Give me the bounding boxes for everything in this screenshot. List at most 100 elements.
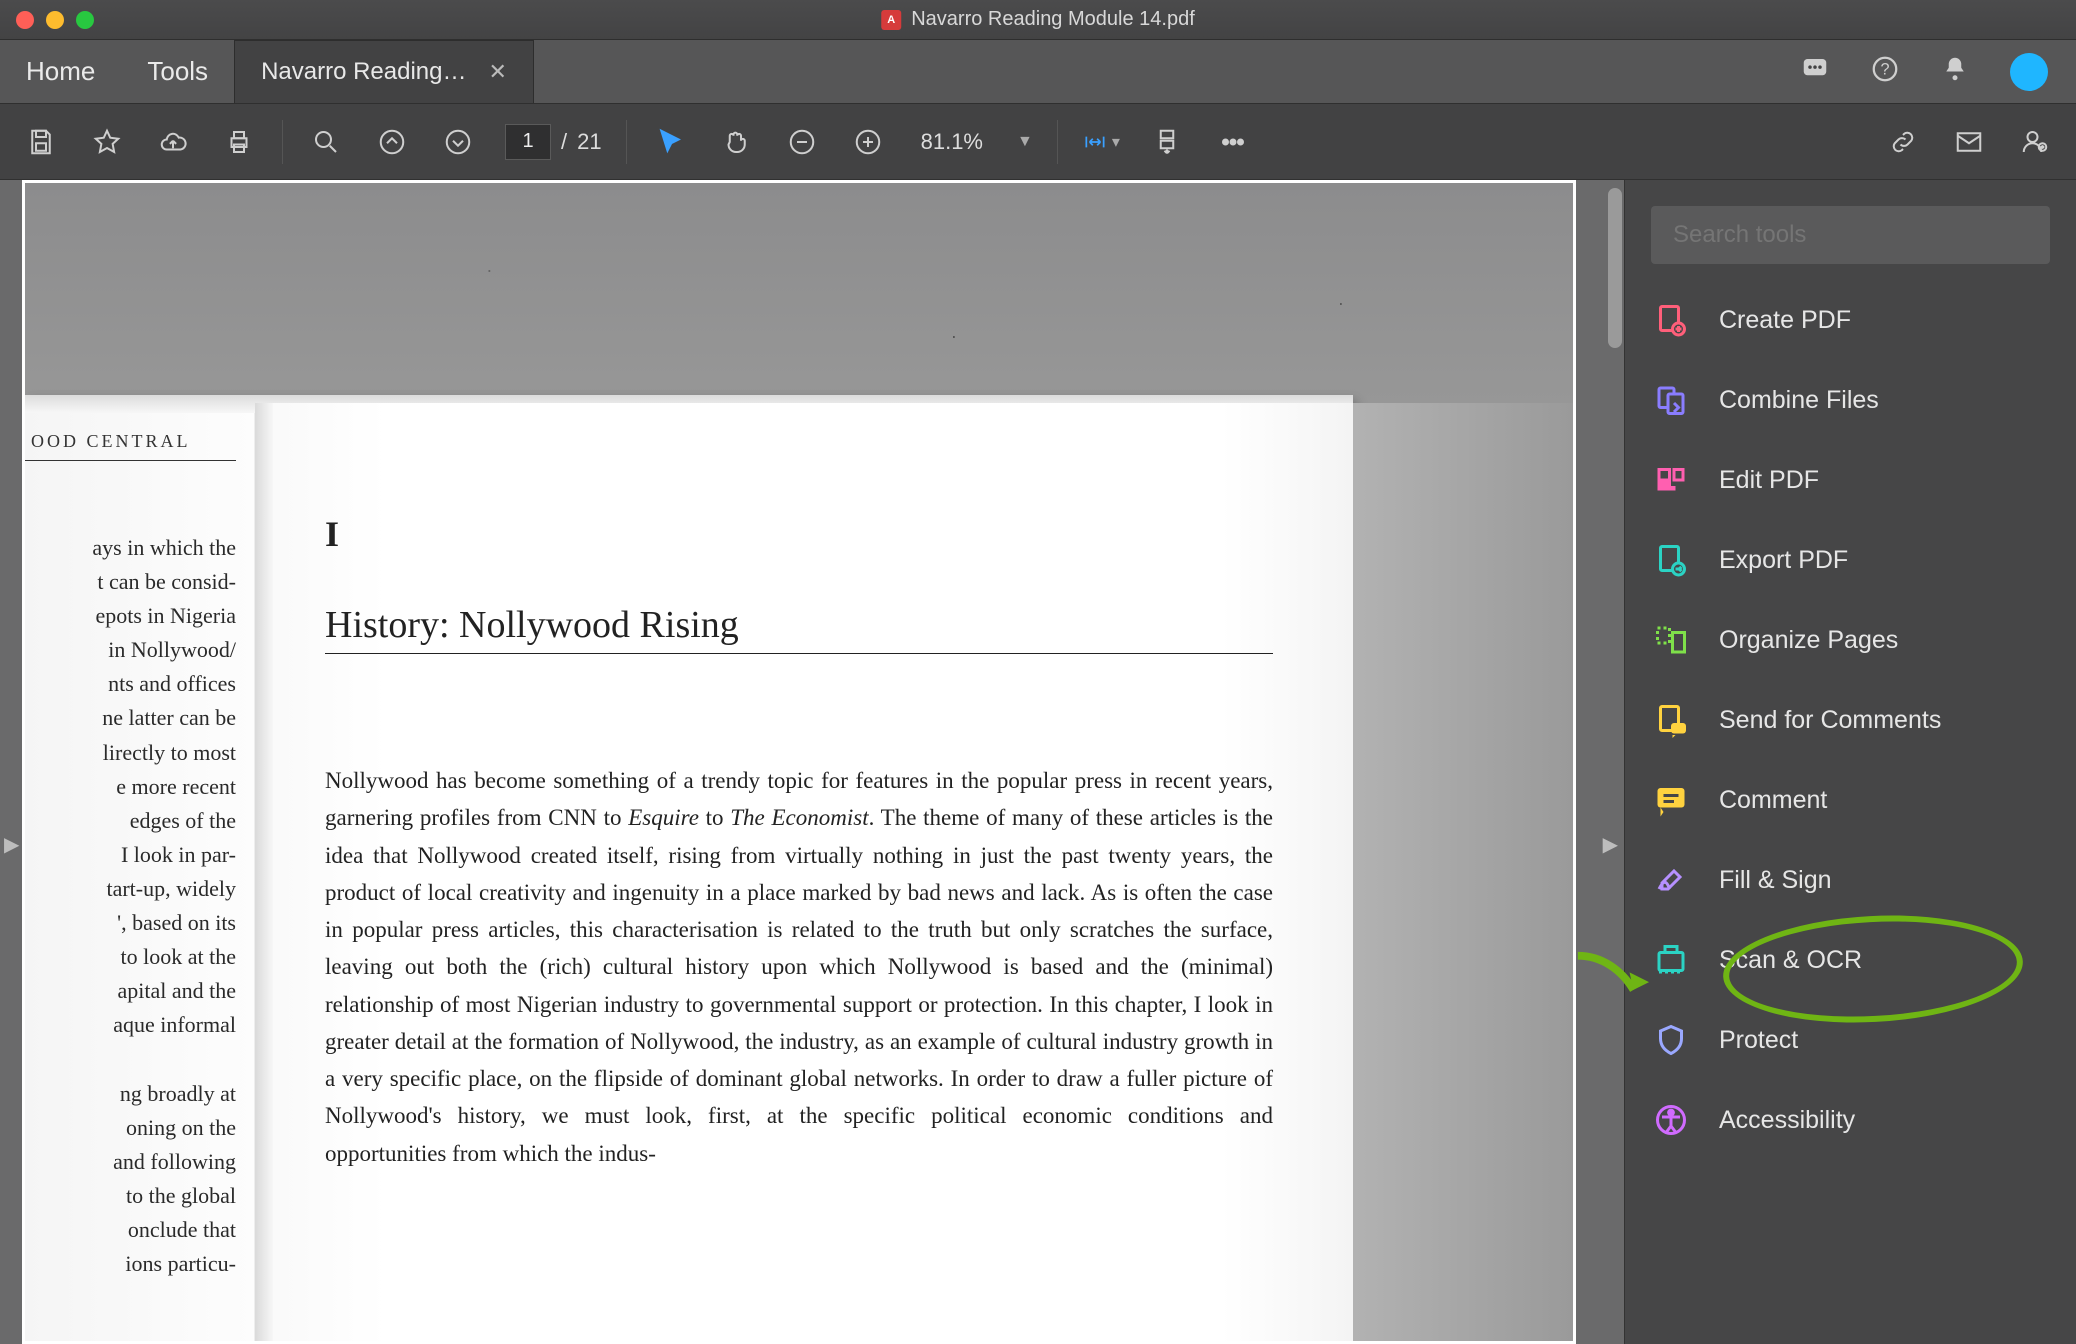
left-fragment-line: ', based on its	[25, 906, 236, 940]
help-icon[interactable]: ?	[1870, 54, 1900, 89]
comment-icon	[1651, 780, 1691, 820]
zoom-dropdown-icon[interactable]: ▼	[1017, 133, 1033, 151]
fit-width-icon[interactable]: ▾	[1082, 123, 1120, 161]
left-fragment-line: e more recent	[25, 770, 236, 804]
tool-item-accessibility[interactable]: Accessibility	[1651, 1100, 2050, 1140]
scan-ocr-icon	[1651, 940, 1691, 980]
tab-home[interactable]: Home	[0, 40, 121, 103]
left-fragment-line: aque informal	[25, 1008, 236, 1042]
page-indicator: / 21	[505, 124, 602, 160]
email-icon[interactable]	[1950, 123, 1988, 161]
tool-item-fill-sign[interactable]: Fill & Sign	[1651, 860, 2050, 900]
page-total: 21	[577, 129, 601, 155]
chapter-rule	[325, 653, 1273, 654]
zoom-in-icon[interactable]	[849, 123, 887, 161]
scroll-mode-icon[interactable]	[1148, 123, 1186, 161]
search-icon[interactable]	[307, 123, 345, 161]
left-fragment-line	[25, 1042, 236, 1076]
left-fragment-line: ne latter can be	[25, 701, 236, 735]
star-icon[interactable]	[88, 123, 126, 161]
left-fragment-line: nts and offices	[25, 667, 236, 701]
tool-item-label: Scan & OCR	[1719, 946, 1862, 975]
tool-item-protect[interactable]: Protect	[1651, 1020, 2050, 1060]
expand-right-pane-icon[interactable]: ▶	[1603, 832, 1618, 857]
share-link-icon[interactable]	[1884, 123, 1922, 161]
tools-panel: Create PDF Combine Files Edit PDF Export PD…	[1624, 180, 2076, 1344]
book-page-left: OOD CENTRAL ays in which thet can be con…	[25, 403, 255, 1341]
tool-item-organize-pages[interactable]: Organize Pages	[1651, 620, 2050, 660]
left-fragment-line: ions particu-	[25, 1247, 236, 1281]
chapter-title: History: Nollywood Rising	[325, 603, 1273, 647]
vertical-scrollbar[interactable]	[1608, 188, 1622, 348]
save-icon[interactable]	[22, 123, 60, 161]
tool-item-comment[interactable]: Comment	[1651, 780, 2050, 820]
window-title: A Navarro Reading Module 14.pdf	[881, 8, 1195, 31]
organize-pages-icon	[1651, 620, 1691, 660]
left-fragment-line: and following	[25, 1145, 236, 1179]
tool-item-label: Accessibility	[1719, 1106, 1855, 1135]
left-fragment-line: t can be consid-	[25, 565, 236, 599]
document-viewport[interactable]: ▶ ▶ OOD CENTRAL ays in which thet can be…	[0, 180, 1624, 1344]
main-area: ▶ ▶ OOD CENTRAL ays in which thet can be…	[0, 180, 2076, 1344]
zoom-window-button[interactable]	[76, 11, 94, 29]
hand-tool-icon[interactable]	[717, 123, 755, 161]
tool-item-label: Comment	[1719, 786, 1827, 815]
left-fragment-line: edges of the	[25, 804, 236, 838]
tool-item-edit-pdf[interactable]: Edit PDF	[1651, 460, 2050, 500]
send-for-comments-icon	[1651, 700, 1691, 740]
tool-item-label: Create PDF	[1719, 306, 1851, 335]
chapter-body-text: Nollywood has become something of a tren…	[325, 762, 1273, 1172]
close-tab-icon[interactable]: ✕	[489, 59, 507, 85]
left-fragment-line: onclude that	[25, 1213, 236, 1247]
scan-background	[25, 183, 1573, 403]
select-tool-icon[interactable]	[651, 123, 689, 161]
search-tools-input[interactable]	[1651, 206, 2050, 264]
window-titlebar: A Navarro Reading Module 14.pdf	[0, 0, 2076, 40]
tab-bar: Home Tools Navarro Reading… ✕ ?	[0, 40, 2076, 104]
tool-item-export-pdf[interactable]: Export PDF	[1651, 540, 2050, 580]
minimize-window-button[interactable]	[46, 11, 64, 29]
account-avatar[interactable]	[2010, 53, 2048, 91]
print-icon[interactable]	[220, 123, 258, 161]
cloud-upload-icon[interactable]	[154, 123, 192, 161]
tab-tools[interactable]: Tools	[121, 40, 234, 103]
left-fragment-line: in Nollywood/	[25, 633, 236, 667]
chat-icon[interactable]	[1800, 54, 1830, 89]
tool-item-send-for-comments[interactable]: Send for Comments	[1651, 700, 2050, 740]
more-tools-icon[interactable]	[1214, 123, 1252, 161]
tool-item-label: Organize Pages	[1719, 626, 1898, 655]
left-fragment-line: apital and the	[25, 974, 236, 1008]
left-fragment-line: ays in which the	[25, 531, 236, 565]
left-fragment-line: lirectly to most	[25, 736, 236, 770]
left-fragment-line: tart-up, widely	[25, 872, 236, 906]
page-up-icon[interactable]	[373, 123, 411, 161]
left-fragment-line: to the global	[25, 1179, 236, 1213]
create-pdf-icon	[1651, 300, 1691, 340]
accessibility-icon	[1651, 1100, 1691, 1140]
left-fragment-line: I look in par-	[25, 838, 236, 872]
left-fragment-line: epots in Nigeria	[25, 599, 236, 633]
close-window-button[interactable]	[16, 11, 34, 29]
chapter-number: I	[325, 513, 1273, 555]
tools-list: Create PDF Combine Files Edit PDF Export PD…	[1651, 300, 2050, 1140]
tool-item-combine-files[interactable]: Combine Files	[1651, 380, 2050, 420]
page-down-icon[interactable]	[439, 123, 477, 161]
left-fragment-line: oning on the	[25, 1111, 236, 1145]
left-fragment-line: ng broadly at	[25, 1077, 236, 1111]
book-spread: OOD CENTRAL ays in which thet can be con…	[25, 403, 1353, 1341]
bell-icon[interactable]	[1940, 54, 1970, 89]
window-title-text: Navarro Reading Module 14.pdf	[911, 8, 1195, 31]
zoom-level: 81.1%	[915, 129, 989, 155]
svg-text:?: ?	[1880, 61, 1889, 79]
window-controls	[16, 11, 94, 29]
expand-left-pane-icon[interactable]: ▶	[4, 832, 19, 857]
zoom-out-icon[interactable]	[783, 123, 821, 161]
add-person-icon[interactable]	[2016, 123, 2054, 161]
tool-item-create-pdf[interactable]: Create PDF	[1651, 300, 2050, 340]
tool-item-label: Send for Comments	[1719, 706, 1941, 735]
fill-sign-icon	[1651, 860, 1691, 900]
scan-ocr-callout: Scan & OCR	[1651, 940, 2050, 980]
tool-item-scan-ocr[interactable]: Scan & OCR	[1651, 940, 2050, 980]
tab-document[interactable]: Navarro Reading… ✕	[234, 40, 534, 103]
page-number-input[interactable]	[505, 124, 551, 160]
